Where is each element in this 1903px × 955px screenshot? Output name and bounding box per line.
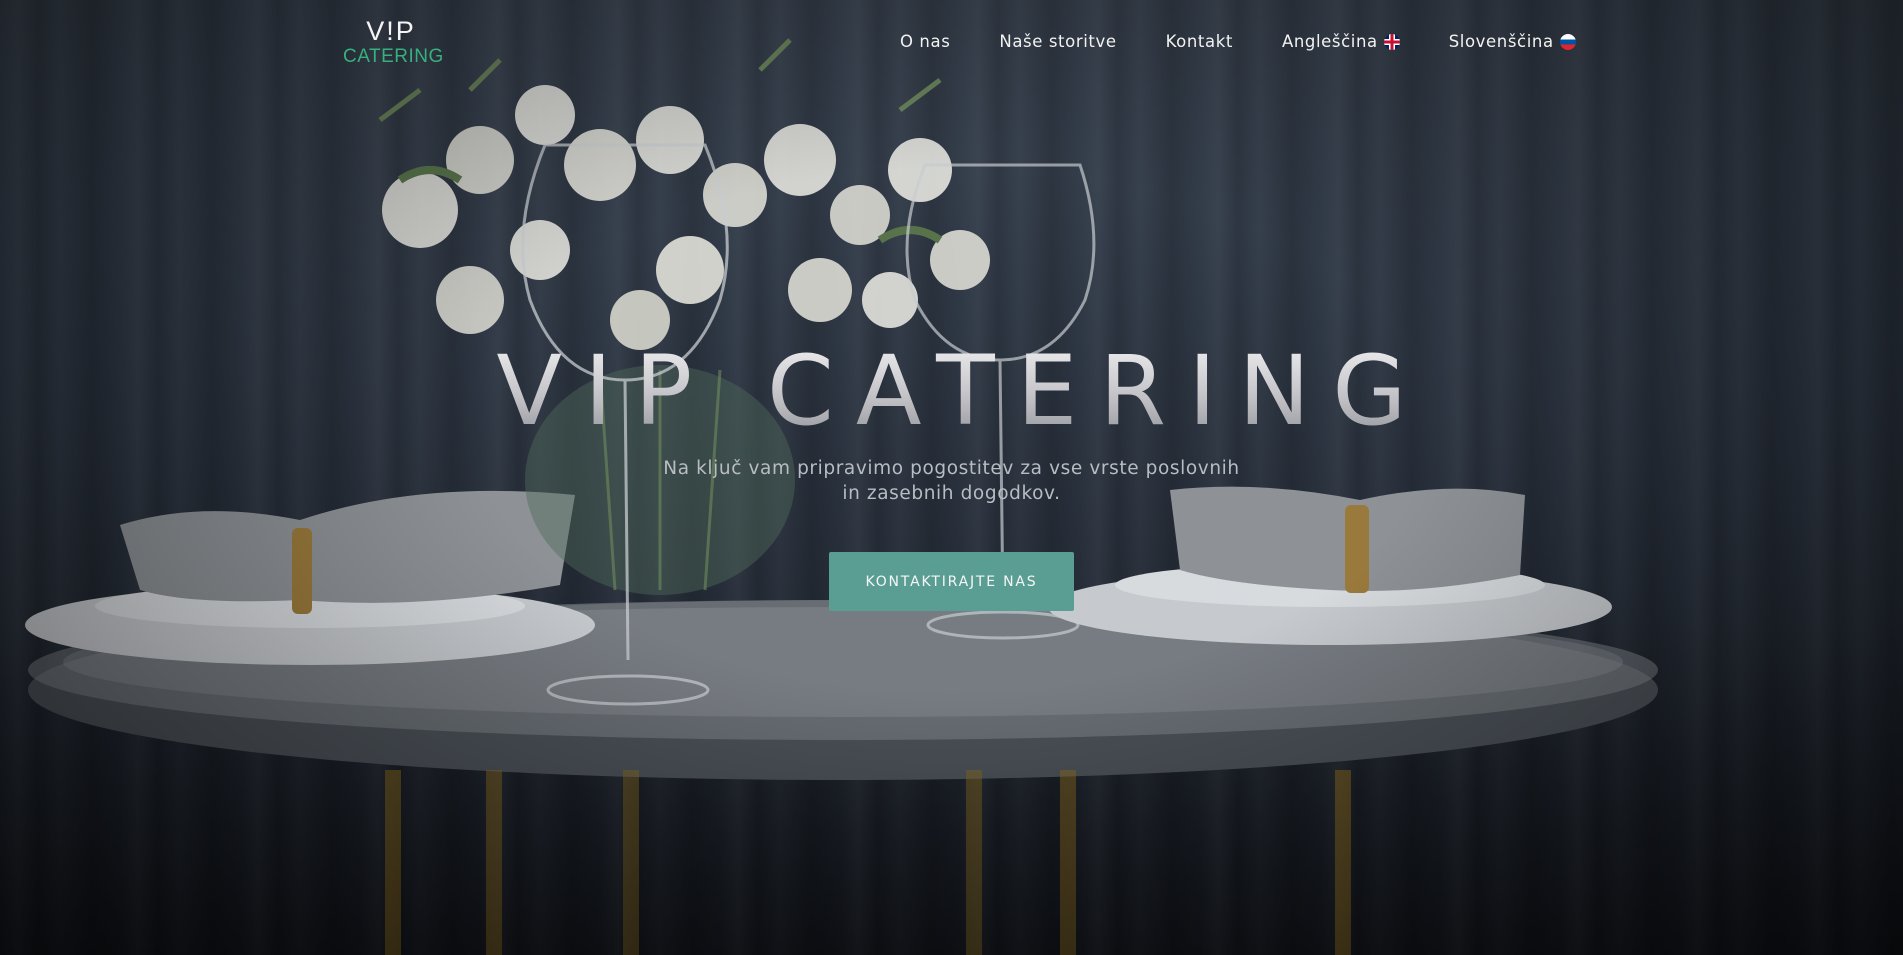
logo-text: CATERING: [343, 46, 444, 67]
nav-item-label: Angleščina: [1281, 32, 1378, 51]
slovenia-flag-icon: [1559, 33, 1576, 50]
nav-item-about[interactable]: O nas: [900, 32, 950, 51]
nav-item-contact[interactable]: Kontakt: [1166, 32, 1233, 51]
nav-item-lang-slovenian[interactable]: Slovenščina: [1449, 32, 1576, 51]
main-navigation: O nas Naše storitve Kontakt Angleščina S…: [900, 32, 1576, 51]
nav-item-services[interactable]: Naše storitve: [999, 32, 1116, 51]
nav-item-label: Kontakt: [1165, 32, 1233, 51]
nav-item-label: Slovenščina: [1448, 32, 1554, 51]
nav-item-label: O nas: [900, 32, 951, 51]
contact-us-button[interactable]: KONTAKTIRAJTE NAS: [829, 552, 1074, 611]
uk-flag-icon: [1383, 33, 1400, 50]
hero-subtitle: Na ključ vam pripravimo pogostitev za vs…: [663, 458, 1240, 504]
nav-item-label: Naše storitve: [999, 32, 1117, 51]
logo-mark: V!P: [366, 16, 416, 46]
hero-section: V!P CATERING O nas Naše storitve Kontakt…: [0, 0, 1903, 955]
site-logo[interactable]: V!P CATERING: [343, 16, 444, 67]
nav-item-lang-english[interactable]: Angleščina: [1282, 32, 1400, 51]
hero-title: VIP CATERING: [0, 335, 1903, 447]
